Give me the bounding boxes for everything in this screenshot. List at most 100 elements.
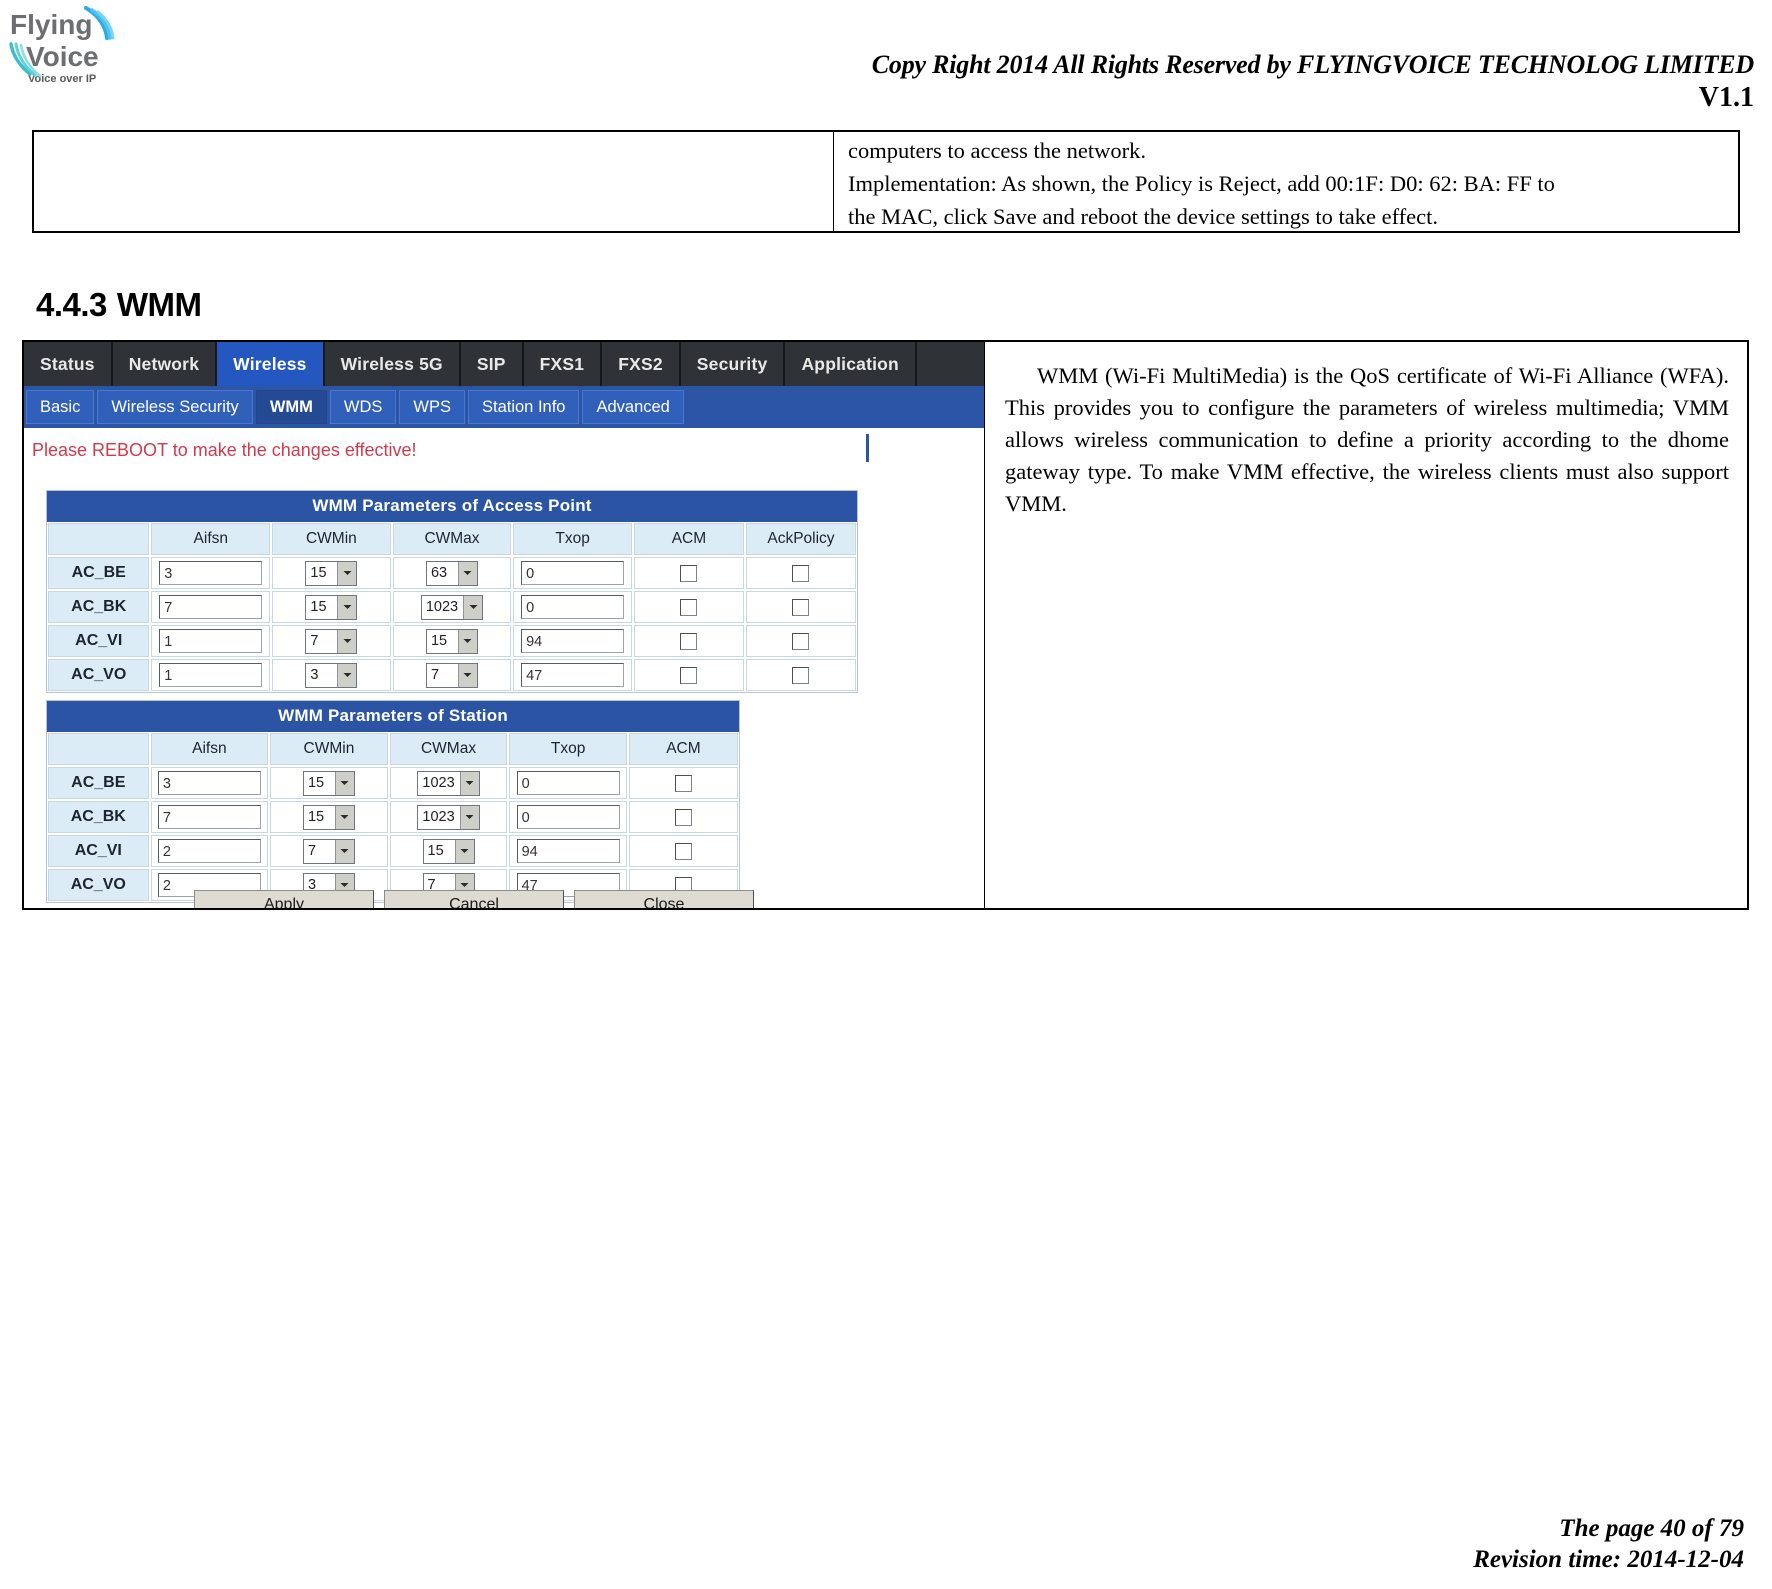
txop-cell: 0 bbox=[513, 591, 632, 623]
section-number: 4.4.3 bbox=[36, 286, 107, 323]
txop-input-ac_be[interactable]: 0 bbox=[516, 771, 620, 795]
aifsn-input-ac_vo[interactable]: 1 bbox=[159, 663, 263, 687]
cwmax-cell: 63 bbox=[392, 557, 512, 589]
wmm-description: WMM (Wi-Fi MultiMedia) is the QoS certif… bbox=[1005, 363, 1729, 516]
chevron-down-icon bbox=[337, 663, 357, 687]
acm-checkbox-ac_be[interactable] bbox=[674, 774, 692, 792]
aifsn-cell: 7 bbox=[150, 801, 269, 833]
aifsn-input-ac_be[interactable]: 3 bbox=[159, 561, 263, 585]
row-label-ac_bk: AC_BK bbox=[48, 801, 149, 833]
txop-input-ac_bk[interactable]: 0 bbox=[516, 805, 620, 829]
table-row: AC_VI 2 7 15 94 bbox=[47, 834, 739, 868]
cwmax-cell: 1023 bbox=[389, 767, 508, 799]
nav-tab-sip[interactable]: SIP bbox=[461, 342, 524, 386]
txop-input-ac_bk[interactable]: 0 bbox=[521, 595, 625, 619]
svg-text:Voice: Voice bbox=[26, 41, 99, 72]
subnav-tab-advanced[interactable]: Advanced bbox=[582, 390, 684, 424]
row-label-ac_vo: AC_VO bbox=[48, 659, 150, 691]
cwmax-select-ac_bk[interactable]: 1023 bbox=[417, 804, 480, 830]
acm-checkbox-ac_vi[interactable] bbox=[680, 632, 698, 650]
chevron-down-icon bbox=[459, 805, 479, 829]
ackpolicy-checkbox-ac_vo[interactable] bbox=[792, 666, 810, 684]
cwmin-select-ac_vo[interactable]: 3 bbox=[305, 662, 358, 688]
cwmin-select-ac_be[interactable]: 15 bbox=[305, 560, 358, 586]
cwmin-select-ac_vo-value: 3 bbox=[310, 667, 319, 683]
cwmin-select-ac_vi[interactable]: 7 bbox=[302, 838, 355, 864]
txop-cell: 94 bbox=[513, 625, 632, 657]
cwmin-select-ac_bk-value: 15 bbox=[307, 809, 325, 825]
column-header-blank bbox=[48, 733, 149, 765]
screenshot-cell: Status Network Wireless Wireless 5G SIP FXS1 F… bbox=[24, 342, 985, 908]
subnav-tab-wireless-security[interactable]: Wireless Security bbox=[97, 390, 253, 424]
acm-checkbox-ac_be[interactable] bbox=[680, 564, 698, 582]
cwmin-cell: 15 bbox=[272, 557, 391, 589]
txop-cell: 0 bbox=[509, 801, 627, 833]
nav-tab-network[interactable]: Network bbox=[113, 342, 218, 386]
cwmin-select-ac_be[interactable]: 15 bbox=[302, 770, 355, 796]
close-button[interactable]: Close bbox=[574, 890, 754, 908]
aifsn-input-ac_be[interactable]: 3 bbox=[157, 771, 261, 795]
txop-input-ac_vo[interactable]: 47 bbox=[521, 663, 625, 687]
cwmax-select-ac_bk[interactable]: 1023 bbox=[420, 594, 484, 620]
nav-tab-fxs1[interactable]: FXS1 bbox=[524, 342, 603, 386]
apply-button[interactable]: Apply bbox=[194, 890, 374, 908]
wmm-ap-table-title: WMM Parameters of Access Point bbox=[47, 491, 857, 522]
cwmax-cell: 1023 bbox=[389, 801, 508, 833]
aifsn-cell: 1 bbox=[151, 659, 271, 691]
column-header-acm: ACM bbox=[633, 523, 744, 555]
subnav-tab-wps[interactable]: WPS bbox=[399, 390, 465, 424]
cwmax-select-ac_vo[interactable]: 7 bbox=[425, 662, 478, 688]
cwmin-cell: 15 bbox=[272, 591, 391, 623]
aifsn-cell: 1 bbox=[151, 625, 271, 657]
column-header-cwmax: CWMax bbox=[389, 733, 508, 765]
cwmax-select-ac_vi[interactable]: 15 bbox=[422, 838, 475, 864]
section-heading: 4.4.3 WMM bbox=[36, 286, 202, 324]
cwmin-select-ac_bk[interactable]: 15 bbox=[305, 594, 358, 620]
ackpolicy-checkbox-ac_vi[interactable] bbox=[792, 632, 810, 650]
subnav-tab-station-info[interactable]: Station Info bbox=[467, 390, 580, 424]
subnav-tab-wds[interactable]: WDS bbox=[329, 390, 397, 424]
nav-tab-wireless[interactable]: Wireless bbox=[217, 342, 325, 386]
cwmax-select-ac_bk-value: 1023 bbox=[422, 809, 455, 825]
ackpolicy-cell bbox=[745, 625, 856, 657]
ackpolicy-checkbox-ac_be[interactable] bbox=[792, 564, 810, 582]
cwmin-select-ac_vi[interactable]: 7 bbox=[305, 628, 358, 654]
txop-cell: 0 bbox=[513, 557, 632, 589]
aifsn-input-ac_vi[interactable]: 1 bbox=[159, 629, 263, 653]
cwmax-select-ac_vo-value: 7 bbox=[430, 667, 440, 683]
nav-tab-wireless-5g[interactable]: Wireless 5G bbox=[325, 342, 461, 386]
aifsn-cell: 2 bbox=[150, 835, 269, 867]
chevron-down-icon bbox=[337, 629, 357, 653]
cancel-button[interactable]: Cancel bbox=[384, 890, 564, 908]
acm-checkbox-ac_vi[interactable] bbox=[674, 842, 692, 860]
table-header-row: Aifsn CWMin CWMax Txop ACM AckPolicy bbox=[47, 522, 857, 556]
acm-checkbox-ac_vo[interactable] bbox=[680, 666, 698, 684]
ackpolicy-checkbox-ac_bk[interactable] bbox=[792, 598, 810, 616]
table-row: AC_VI 1 7 15 94 bbox=[47, 624, 857, 658]
txop-input-ac_vi[interactable]: 94 bbox=[516, 839, 620, 863]
table-row: AC_VO 1 3 7 47 bbox=[47, 658, 857, 692]
cwmax-select-ac_vi[interactable]: 15 bbox=[425, 628, 478, 654]
nav-tab-security[interactable]: Security bbox=[681, 342, 786, 386]
txop-input-ac_vi[interactable]: 94 bbox=[521, 629, 625, 653]
acm-checkbox-ac_bk[interactable] bbox=[680, 598, 698, 616]
cwmax-select-ac_be[interactable]: 63 bbox=[425, 560, 478, 586]
acm-checkbox-ac_bk[interactable] bbox=[674, 808, 692, 826]
txop-input-ac_be[interactable]: 0 bbox=[521, 561, 625, 585]
nav-tab-fxs2[interactable]: FXS2 bbox=[602, 342, 681, 386]
aifsn-input-ac_bk[interactable]: 7 bbox=[159, 595, 263, 619]
subnav-tab-basic[interactable]: Basic bbox=[26, 390, 95, 424]
nav-tab-status[interactable]: Status bbox=[24, 342, 113, 386]
cwmax-select-ac_be[interactable]: 1023 bbox=[417, 770, 480, 796]
aifsn-input-ac_bk[interactable]: 7 bbox=[157, 805, 261, 829]
aifsn-input-ac_vi[interactable]: 2 bbox=[157, 839, 261, 863]
cwmax-cell: 7 bbox=[392, 659, 512, 691]
note-table: computers to access the network. Impleme… bbox=[32, 130, 1740, 233]
wmm-station-table: WMM Parameters of Station Aifsn CWMin CWMa… bbox=[46, 700, 740, 903]
row-label-ac_bk: AC_BK bbox=[48, 591, 150, 623]
subnav-tab-wmm[interactable]: WMM bbox=[255, 390, 327, 424]
nav-tab-application[interactable]: Application bbox=[785, 342, 917, 386]
cwmin-select-ac_bk[interactable]: 15 bbox=[302, 804, 355, 830]
txop-cell: 0 bbox=[509, 767, 627, 799]
ackpolicy-cell bbox=[745, 591, 856, 623]
